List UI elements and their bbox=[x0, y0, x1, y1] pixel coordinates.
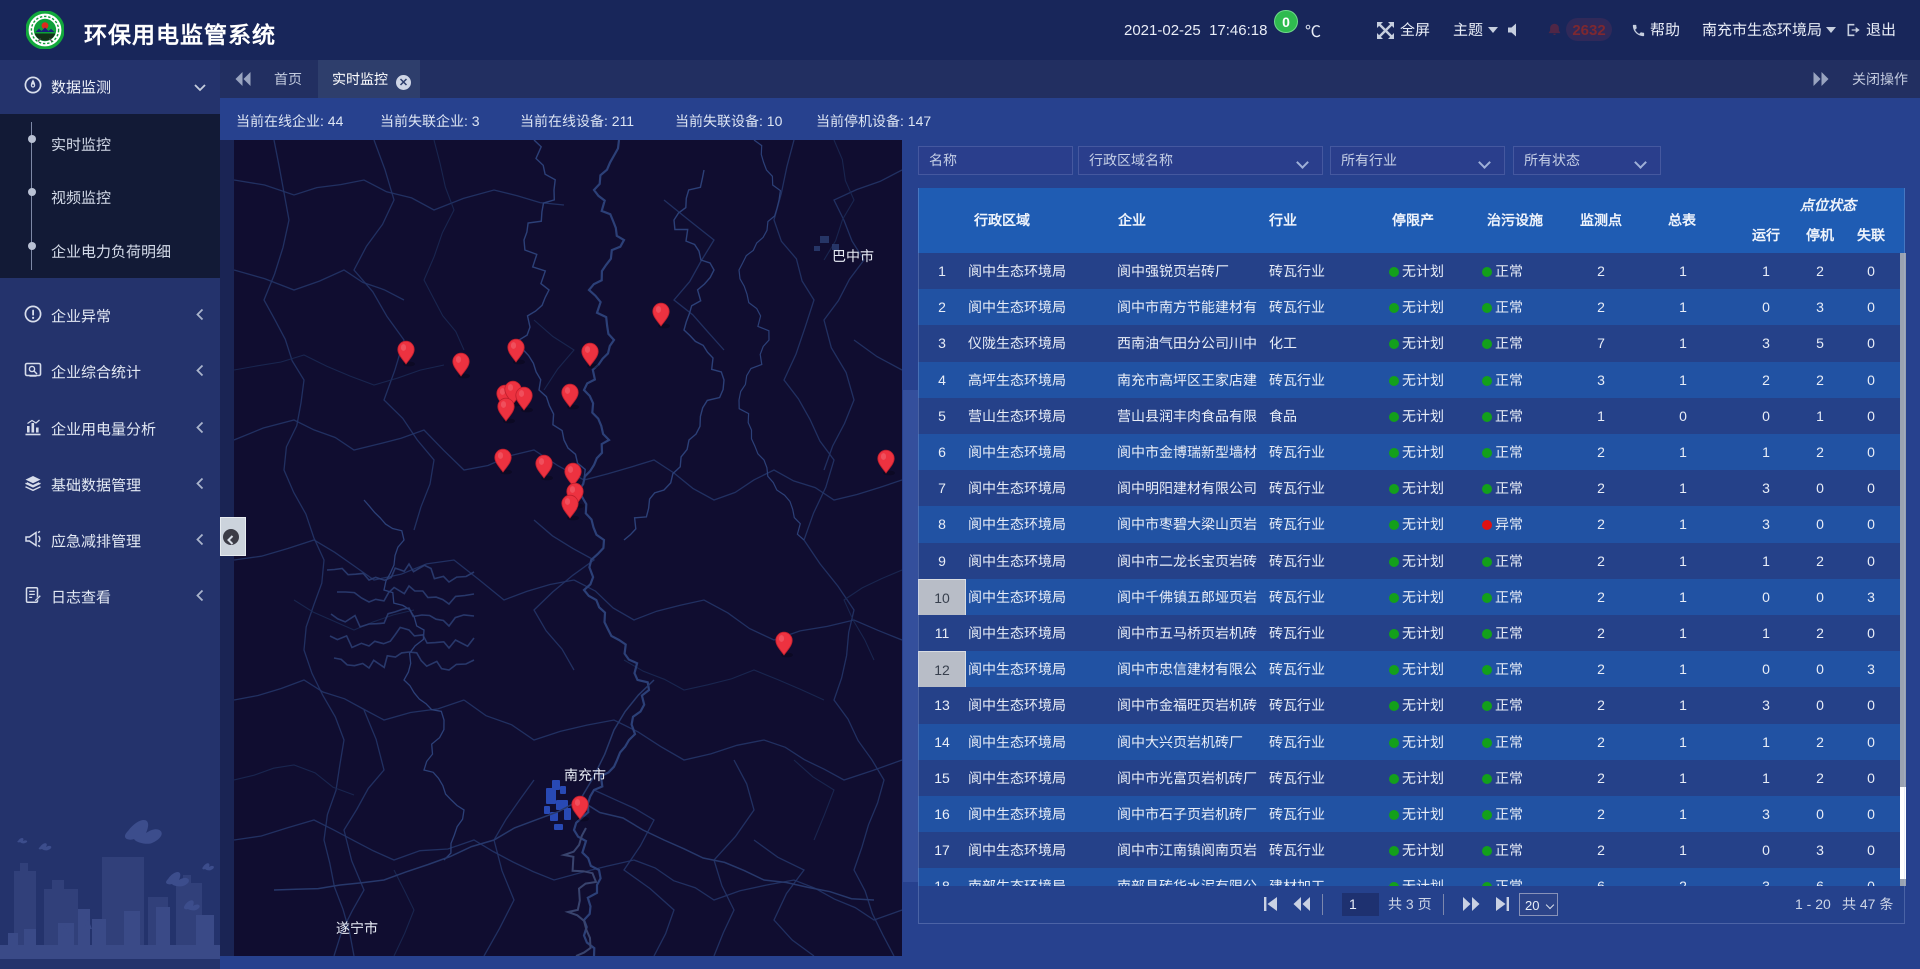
svg-text:巴中市: 巴中市 bbox=[832, 246, 874, 266]
svg-text:南充市: 南充市 bbox=[564, 765, 606, 785]
svg-text:遂宁市: 遂宁市 bbox=[336, 918, 378, 938]
